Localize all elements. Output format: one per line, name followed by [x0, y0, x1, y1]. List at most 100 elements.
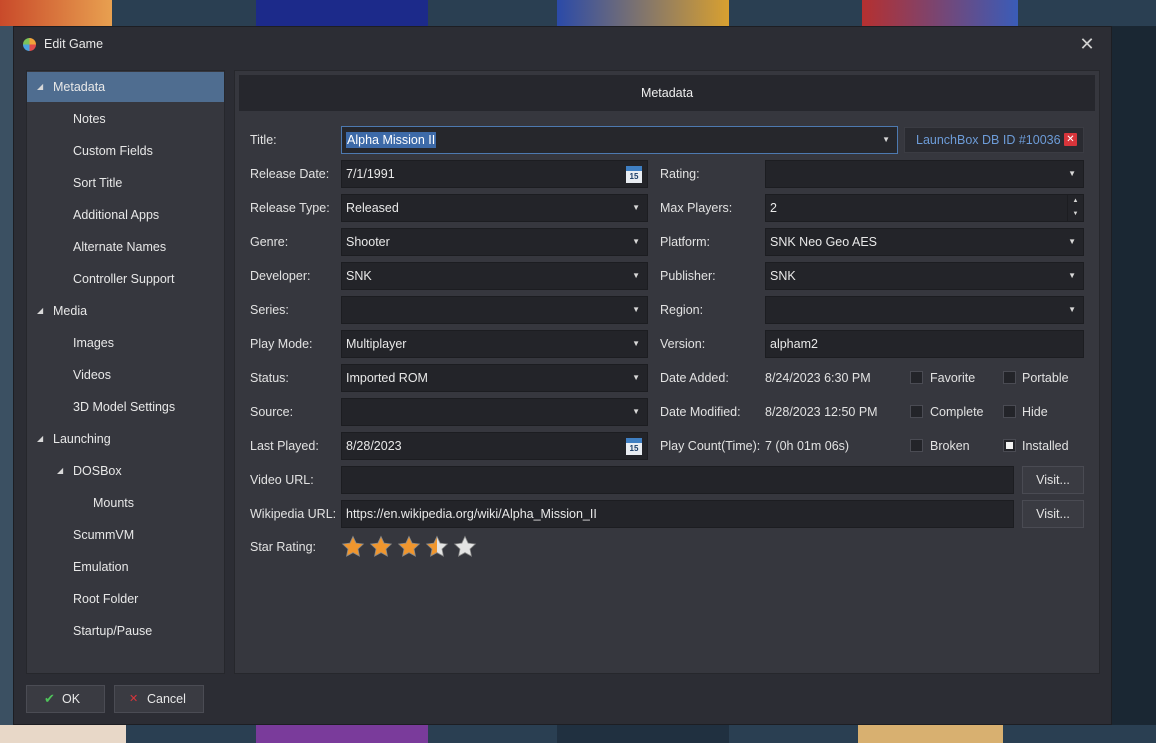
region-dropdown[interactable]: ▼: [765, 296, 1084, 324]
publisher-label: Publisher:: [660, 269, 716, 283]
close-icon[interactable]: ✕: [1077, 34, 1097, 54]
chevron-down-icon[interactable]: ▼: [632, 263, 640, 289]
sidebar-item-emulation[interactable]: Emulation: [27, 552, 224, 582]
sidebar-item-custom-fields[interactable]: Custom Fields: [27, 136, 224, 166]
increment-icon[interactable]: ▲: [1068, 195, 1083, 208]
sidebar-item-label: Startup/Pause: [73, 624, 153, 638]
clear-db-id-icon[interactable]: ✕: [1064, 133, 1077, 146]
chevron-down-icon[interactable]: ▼: [1068, 229, 1076, 255]
chevron-down-icon[interactable]: ▼: [1068, 263, 1076, 289]
chevron-down-icon[interactable]: ▼: [1068, 161, 1076, 187]
last-played-picker[interactable]: 8/28/2023 15: [341, 432, 648, 460]
release-date-picker[interactable]: 7/1/1991 15: [341, 160, 648, 188]
hide-checkbox[interactable]: [1003, 405, 1016, 418]
portable-checkbox[interactable]: [1003, 371, 1016, 384]
cancel-button[interactable]: ✕ Cancel: [114, 685, 204, 713]
sidebar-item-label: Controller Support: [73, 272, 175, 286]
sidebar-item-notes[interactable]: Notes: [27, 104, 224, 134]
expand-arrow-icon[interactable]: ◢: [57, 456, 63, 486]
star-icon[interactable]: [425, 535, 449, 559]
source-dropdown[interactable]: ▼: [341, 398, 648, 426]
chevron-down-icon[interactable]: ▼: [882, 127, 890, 153]
version-value: alpham2: [770, 337, 818, 351]
chevron-down-icon[interactable]: ▼: [1068, 297, 1076, 323]
publisher-dropdown[interactable]: SNK ▼: [765, 262, 1084, 290]
chevron-down-icon[interactable]: ▼: [632, 399, 640, 425]
video-url-input[interactable]: [341, 466, 1014, 494]
release-type-dropdown[interactable]: Released ▼: [341, 194, 648, 222]
region-label: Region:: [660, 303, 704, 317]
cover-art: [0, 0, 112, 26]
sidebar-item-metadata[interactable]: ◢ Metadata: [27, 72, 224, 102]
sidebar-item-dosbox[interactable]: ◢ DOSBox: [27, 456, 224, 486]
chevron-down-icon[interactable]: ▼: [632, 331, 640, 357]
calendar-icon[interactable]: 15: [626, 438, 642, 455]
chevron-down-icon[interactable]: ▼: [632, 229, 640, 255]
ok-button[interactable]: ✔ OK: [26, 685, 105, 713]
sidebar-item-root-folder[interactable]: Root Folder: [27, 584, 224, 614]
sidebar-tree: ◢ Metadata Notes Custom Fields Sort Title Add…: [26, 70, 225, 674]
series-dropdown[interactable]: ▼: [341, 296, 648, 324]
title-combobox[interactable]: Alpha Mission II ▼: [341, 126, 898, 154]
visit-video-button[interactable]: Visit...: [1022, 466, 1084, 494]
installed-checkbox[interactable]: [1003, 439, 1016, 452]
star-icon[interactable]: [397, 535, 421, 559]
chevron-down-icon[interactable]: ▼: [632, 365, 640, 391]
background-covers-bottom: [0, 725, 1156, 743]
broken-checkbox[interactable]: [910, 439, 923, 452]
genre-value: Shooter: [346, 235, 390, 249]
expand-arrow-icon[interactable]: ◢: [37, 424, 43, 454]
launchbox-db-id[interactable]: LaunchBox DB ID #10036 ✕: [904, 127, 1084, 153]
developer-value: SNK: [346, 269, 372, 283]
developer-dropdown[interactable]: SNK ▼: [341, 262, 648, 290]
status-label: Status:: [250, 371, 289, 385]
decrement-icon[interactable]: ▼: [1068, 208, 1083, 221]
star-icon[interactable]: [369, 535, 393, 559]
sidebar-item-mounts[interactable]: Mounts: [27, 488, 224, 518]
sidebar-item-controller-support[interactable]: Controller Support: [27, 264, 224, 294]
cover-art: [557, 725, 729, 743]
sidebar-item-label: Alternate Names: [73, 240, 167, 254]
cover-art: [557, 0, 729, 26]
sidebar-item-label: Media: [53, 304, 88, 318]
sidebar-item-label: Custom Fields: [73, 144, 153, 158]
version-input[interactable]: alpham2: [765, 330, 1084, 358]
genre-dropdown[interactable]: Shooter ▼: [341, 228, 648, 256]
hide-label: Hide: [1022, 405, 1048, 419]
sidebar-item-videos[interactable]: Videos: [27, 360, 224, 390]
sidebar-item-sort-title[interactable]: Sort Title: [27, 168, 224, 198]
calendar-icon[interactable]: 15: [626, 166, 642, 183]
series-label: Series:: [250, 303, 289, 317]
sidebar-item-scummvm[interactable]: ScummVM: [27, 520, 224, 550]
play-mode-label: Play Mode:: [250, 337, 313, 351]
sidebar-item-3d-model-settings[interactable]: 3D Model Settings: [27, 392, 224, 422]
sidebar-item-alternate-names[interactable]: Alternate Names: [27, 232, 224, 262]
chevron-down-icon[interactable]: ▼: [632, 195, 640, 221]
max-players-label: Max Players:: [660, 201, 733, 215]
status-dropdown[interactable]: Imported ROM ▼: [341, 364, 648, 392]
expand-arrow-icon[interactable]: ◢: [37, 72, 43, 102]
sidebar-item-startup-pause[interactable]: Startup/Pause: [27, 616, 224, 646]
wikipedia-url-input[interactable]: https://en.wikipedia.org/wiki/Alpha_Miss…: [341, 500, 1014, 528]
favorite-checkbox[interactable]: [910, 371, 923, 384]
star-icon[interactable]: [341, 535, 365, 559]
platform-dropdown[interactable]: SNK Neo Geo AES ▼: [765, 228, 1084, 256]
rating-dropdown[interactable]: ▼: [765, 160, 1084, 188]
chevron-down-icon[interactable]: ▼: [632, 297, 640, 323]
window-title: Edit Game: [44, 37, 104, 51]
sidebar-item-additional-apps[interactable]: Additional Apps: [27, 200, 224, 230]
sidebar-item-launching[interactable]: ◢ Launching: [27, 424, 224, 454]
sidebar-item-images[interactable]: Images: [27, 328, 224, 358]
cover-art: [858, 725, 1003, 743]
complete-checkbox[interactable]: [910, 405, 923, 418]
portable-label: Portable: [1022, 371, 1069, 385]
cover-art: [256, 0, 428, 26]
complete-label: Complete: [930, 405, 984, 419]
visit-wikipedia-button[interactable]: Visit...: [1022, 500, 1084, 528]
play-mode-dropdown[interactable]: Multiplayer ▼: [341, 330, 648, 358]
expand-arrow-icon[interactable]: ◢: [37, 296, 43, 326]
max-players-stepper[interactable]: 2 ▲ ▼: [765, 194, 1084, 222]
stepper-controls: ▲ ▼: [1067, 195, 1083, 221]
star-icon[interactable]: [453, 535, 477, 559]
sidebar-item-media[interactable]: ◢ Media: [27, 296, 224, 326]
